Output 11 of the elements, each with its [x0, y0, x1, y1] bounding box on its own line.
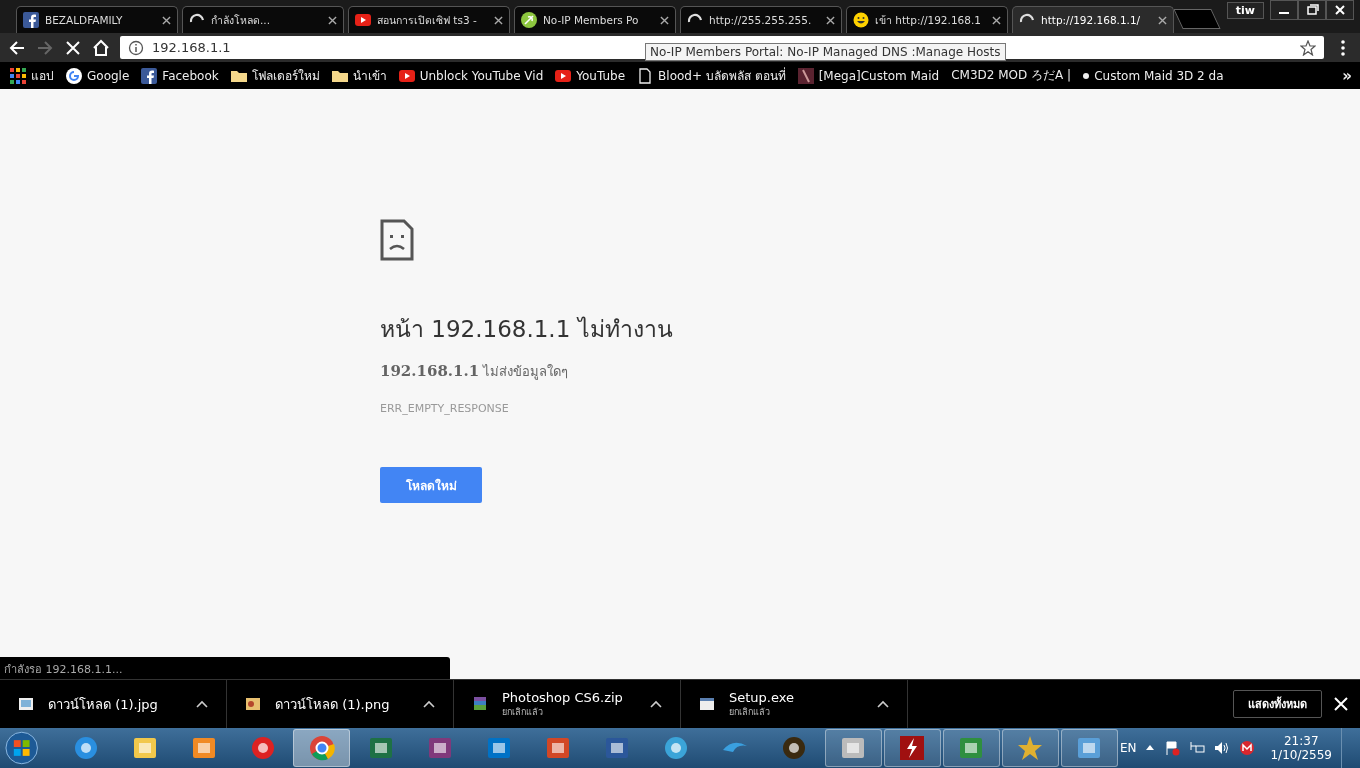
file-name: ดาวน์โหลด (1).png	[275, 695, 391, 714]
file-name: ดาวน์โหลด (1).jpg	[48, 695, 159, 714]
error-title: หน้า 192.168.1.1 ไม่ทำงาน	[380, 315, 674, 344]
error-message: 192.168.1.1 ไม่ส่งข้อมูลใดๆ	[380, 361, 570, 382]
download-status: ยกเลิกแล้ว	[729, 705, 771, 719]
status-bubble: กำลังรอ 192.168.1.1...	[0, 657, 450, 679]
file-name: Setup.exe	[729, 689, 796, 705]
error-code: ERR_EMPTY_RESPONSE	[380, 402, 510, 415]
download-status: ยกเลิกแล้ว	[502, 705, 544, 719]
file-name: Photoshop CS6.zip	[502, 689, 624, 705]
tooltip: No-IP Members Portal: No-IP Managed DNS :Manage Hosts	[645, 43, 1006, 61]
